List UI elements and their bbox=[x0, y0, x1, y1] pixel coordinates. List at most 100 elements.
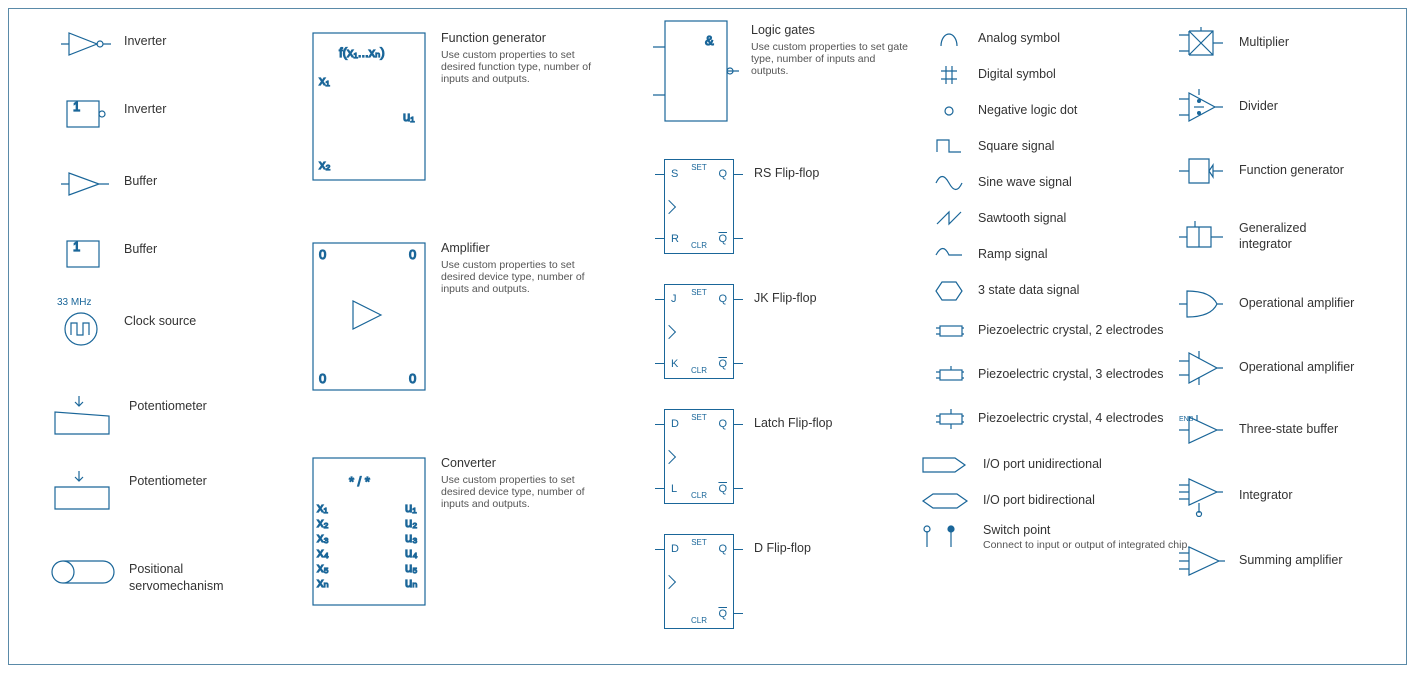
svg-text:ENB: ENB bbox=[1179, 416, 1194, 423]
svg-text:x₁: x₁ bbox=[319, 73, 331, 88]
sym-piezo2: Piezoelectric crystal, 2 electrodes bbox=[934, 317, 1164, 345]
title: Converter bbox=[441, 456, 496, 470]
sym-3state: 3 state data signal bbox=[934, 277, 1079, 305]
label: Buffer bbox=[124, 237, 157, 258]
piezo2-icon bbox=[934, 317, 964, 345]
div-icon bbox=[1177, 87, 1225, 127]
label: Clock source bbox=[124, 309, 196, 330]
svg-text:f(x₁...xₙ): f(x₁...xₙ) bbox=[339, 45, 385, 60]
func-gen-box: f(x₁...xₙ) x₁ x₂ u₁ bbox=[309, 29, 429, 187]
sym-neg-dot: Negative logic dot bbox=[934, 97, 1077, 125]
svg-text:u₁: u₁ bbox=[403, 109, 415, 124]
svg-text:0: 0 bbox=[409, 371, 416, 386]
svg-text:u₂: u₂ bbox=[405, 515, 417, 530]
square-icon bbox=[934, 133, 964, 161]
func-gen-label: Function generator Use custom properties… bbox=[441, 31, 601, 85]
subtitle: Use custom properties to set desired dev… bbox=[441, 474, 601, 510]
opamp2-icon bbox=[1177, 349, 1225, 387]
symbol-legend-frame: Inverter 1 Inverter Buffer 1 Buffer 33 M… bbox=[8, 8, 1407, 665]
sym-potentiometer-2: Potentiometer bbox=[49, 469, 207, 514]
analog-icon bbox=[934, 25, 964, 53]
label: Generalized integrator bbox=[1239, 221, 1349, 252]
label: Sine wave signal bbox=[978, 175, 1072, 191]
label: Operational amplifier bbox=[1239, 296, 1354, 312]
label: Buffer bbox=[124, 169, 157, 190]
sym-func-gen-sm: Function generator bbox=[1177, 153, 1344, 189]
amp-label: Amplifier Use custom properties to set d… bbox=[441, 241, 601, 295]
latch-flipflop-icon: D L Q Q SETCLR bbox=[664, 409, 734, 504]
svg-text:x₃: x₃ bbox=[317, 530, 329, 545]
converter-box: * / * x₁ x₂ x₃ x₄ x₅ xₙ u₁ u₂ u₃ u₄ u₅ u… bbox=[309, 454, 429, 612]
svg-text:x₁: x₁ bbox=[317, 500, 329, 515]
svg-text:xₙ: xₙ bbox=[317, 575, 329, 590]
label: Square signal bbox=[978, 139, 1054, 155]
io-bi-icon bbox=[921, 487, 969, 515]
label: Summing amplifier bbox=[1239, 553, 1343, 569]
switch-icon bbox=[921, 523, 969, 551]
subtitle: Use custom properties to set desired dev… bbox=[441, 259, 601, 295]
amplifier-box: 0 0 0 0 bbox=[309, 239, 429, 397]
sym-tristate: ENBThree-state buffer bbox=[1177, 413, 1338, 447]
svg-text:* / *: * / * bbox=[349, 474, 370, 489]
piezo4-icon bbox=[934, 405, 964, 433]
sym-inverter-box: 1 Inverter bbox=[59, 97, 166, 131]
sym-servo: Positional servomechanism bbox=[49, 557, 259, 595]
sym-digital: Digital symbol bbox=[934, 61, 1056, 89]
label: Potentiometer bbox=[129, 394, 207, 415]
sym-inverter-tri: Inverter bbox=[59, 29, 166, 59]
label: Digital symbol bbox=[978, 67, 1056, 83]
sym-potentiometer-1: Potentiometer bbox=[49, 394, 207, 439]
sym-sawtooth: Sawtooth signal bbox=[934, 205, 1066, 233]
buffer-icon bbox=[59, 169, 114, 199]
sym-ramp: Ramp signal bbox=[934, 241, 1047, 269]
label: Divider bbox=[1239, 99, 1278, 115]
label: Analog symbol bbox=[978, 31, 1060, 47]
sym-gen-integrator: Generalized integrator bbox=[1177, 219, 1349, 255]
sym-buffer-tri: Buffer bbox=[59, 169, 157, 199]
subtitle: Use custom properties to set gate type, … bbox=[751, 41, 911, 77]
sym-summing-amp: Summing amplifier bbox=[1177, 543, 1343, 579]
sym-divider: Divider bbox=[1177, 87, 1278, 127]
sym-square: Square signal bbox=[934, 133, 1054, 161]
sym-clock-source: Clock source bbox=[59, 309, 196, 349]
sym-buffer-box: 1 Buffer bbox=[59, 237, 157, 271]
label: Sawtooth signal bbox=[978, 211, 1066, 227]
sym-io-uni: I/O port unidirectional bbox=[921, 451, 1102, 479]
svg-text:0: 0 bbox=[319, 247, 326, 262]
sine-icon bbox=[934, 169, 964, 197]
label: Multiplier bbox=[1239, 35, 1289, 51]
piezo3-icon bbox=[934, 361, 964, 389]
integ-icon bbox=[1177, 475, 1225, 517]
sym-sine: Sine wave signal bbox=[934, 169, 1072, 197]
inverter-box-icon: 1 bbox=[59, 97, 114, 131]
logic-gate-label: Logic gates Use custom properties to set… bbox=[751, 23, 911, 77]
rs-ff-label: RS Flip-flop bbox=[754, 161, 819, 182]
svg-text:u₅: u₅ bbox=[405, 560, 417, 575]
svg-text:x₂: x₂ bbox=[319, 157, 331, 172]
saw-icon bbox=[934, 205, 964, 233]
sym-piezo4: Piezoelectric crystal, 4 electrodes bbox=[934, 405, 1164, 433]
ramp-icon bbox=[934, 241, 964, 269]
label: Inverter bbox=[124, 29, 166, 50]
label: Piezoelectric crystal, 2 electrodes bbox=[978, 323, 1164, 339]
d-ff-label: D Flip-flop bbox=[754, 536, 811, 557]
neg-dot-icon bbox=[934, 97, 964, 125]
sym-io-bi: I/O port bidirectional bbox=[921, 487, 1095, 515]
clock-freq: 33 MHz bbox=[57, 297, 91, 308]
inverter-icon bbox=[59, 29, 114, 59]
svg-text:0: 0 bbox=[319, 371, 326, 386]
title: Amplifier bbox=[441, 241, 490, 255]
subtitle: Use custom properties to set desired fun… bbox=[441, 49, 601, 85]
logic-gate-box: & bbox=[649, 17, 744, 130]
pot-icon bbox=[49, 394, 119, 439]
jk-flipflop-icon: J K Q Q SETCLR bbox=[664, 284, 734, 379]
func-gen-icon bbox=[1177, 153, 1225, 189]
label: Inverter bbox=[124, 97, 166, 118]
label: I/O port bidirectional bbox=[983, 493, 1095, 509]
sym-piezo3: Piezoelectric crystal, 3 electrodes bbox=[934, 361, 1164, 389]
svg-text:&: & bbox=[705, 33, 714, 48]
label: Switch pointConnect to input or output o… bbox=[983, 523, 1190, 552]
label: Function generator bbox=[1239, 163, 1344, 179]
tristate-icon: ENB bbox=[1177, 413, 1225, 447]
label: Integrator bbox=[1239, 488, 1293, 504]
